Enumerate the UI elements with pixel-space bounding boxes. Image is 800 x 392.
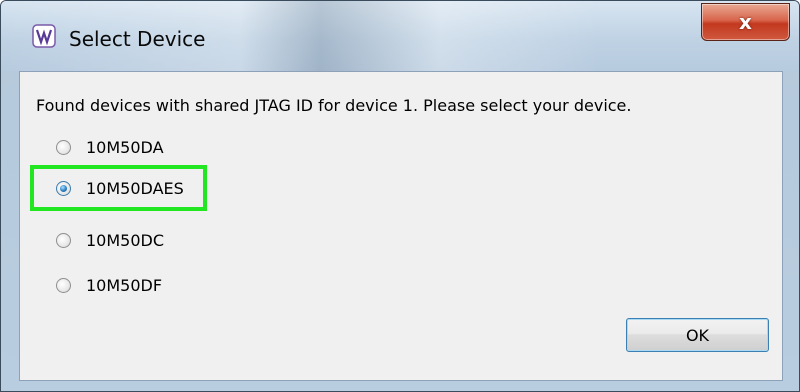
radio-button[interactable] [56, 232, 71, 248]
close-icon: x [739, 10, 752, 34]
device-option-10m50dc[interactable]: 10M50DC [56, 228, 164, 252]
radio-button[interactable] [56, 139, 71, 155]
radio-button[interactable] [56, 277, 71, 293]
dialog-body: Found devices with shared JTAG ID for de… [19, 71, 783, 381]
option-label: 10M50DA [86, 137, 164, 157]
select-device-dialog: Select Device x Found devices with share… [0, 0, 800, 392]
ok-button[interactable]: OK [626, 318, 769, 352]
instruction-text: Found devices with shared JTAG ID for de… [36, 96, 632, 115]
device-option-10m50da[interactable]: 10M50DA [56, 135, 164, 159]
selection-highlight [30, 165, 207, 211]
close-button[interactable]: x [701, 3, 790, 41]
ok-button-label: OK [685, 325, 710, 345]
app-icon [32, 24, 56, 48]
title-bar[interactable]: Select Device x [1, 1, 799, 71]
option-label: 10M50DC [86, 230, 165, 250]
window-title: Select Device [69, 27, 206, 51]
option-label: 10M50DF [86, 275, 163, 295]
device-option-10m50df[interactable]: 10M50DF [56, 273, 162, 297]
